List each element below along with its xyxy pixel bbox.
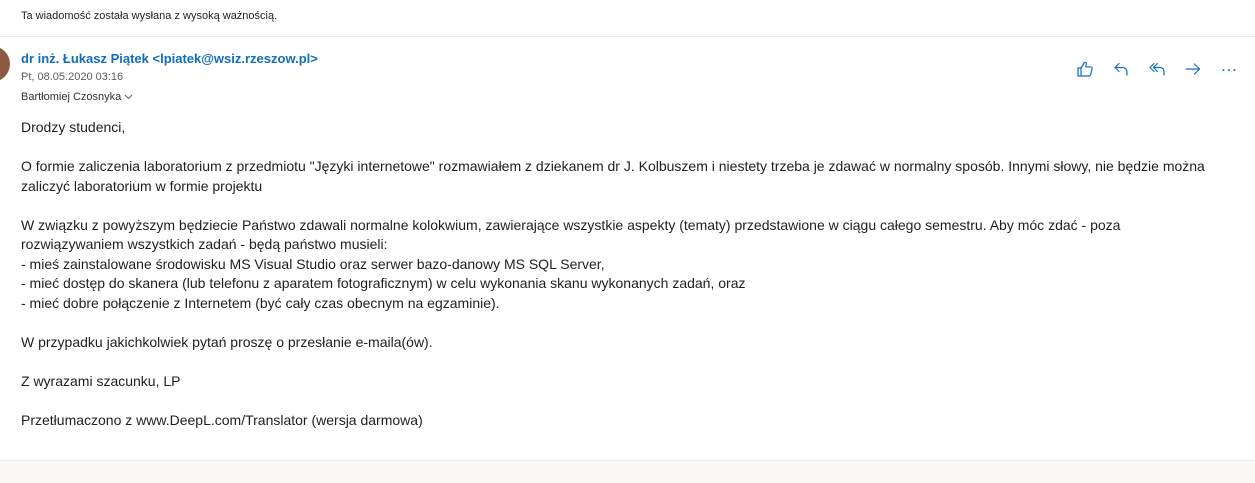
body-paragraph: Drodzy studenci, [21,119,126,135]
body-paragraph: Z wyrazami szacunku, LP [21,372,181,389]
reply-icon [1112,60,1130,78]
reply-button[interactable] [1108,58,1134,80]
like-button[interactable] [1072,58,1098,80]
footer-bar [0,460,1255,483]
body-paragraph: W przypadku jakichkolwiek pytań proszę o… [21,333,433,350]
body-paragraph: W związku z powyższym będziecie Państwo … [21,216,1121,311]
sender-name[interactable]: dr inż. Łukasz Piątek <lpiatek@wsiz.rzes… [21,51,318,66]
more-actions-button[interactable] [1216,58,1242,80]
importance-notice: Ta wiadomość została wysłana z wysoką wa… [21,10,278,22]
body-paragraph: O formie zaliczenia laboratorium z przed… [21,158,1205,194]
recipient-name: Bartłomiej Czosnyka [21,91,122,103]
chevron-down-icon[interactable] [124,94,133,100]
body-paragraph: Przetłumaczono z www.DeepL.com/Translato… [21,411,423,428]
like-icon [1076,60,1094,78]
message-date: Pt, 08.05.2020 03:16 [21,71,124,83]
reply-all-button[interactable] [1144,58,1170,80]
message-body: Drodzy studenci, O formie zaliczenia lab… [21,118,1226,430]
forward-icon [1184,60,1202,78]
reply-all-icon [1148,60,1166,78]
forward-button[interactable] [1180,58,1206,80]
importance-banner: Ta wiadomość została wysłana z wysoką wa… [0,0,1255,37]
recipient-line[interactable]: Bartłomiej Czosnyka [21,91,133,103]
avatar[interactable] [0,46,10,82]
message-actions [1072,58,1242,80]
email-reading-pane: Ta wiadomość została wysłana z wysoką wa… [0,0,1255,483]
more-icon [1220,60,1238,78]
